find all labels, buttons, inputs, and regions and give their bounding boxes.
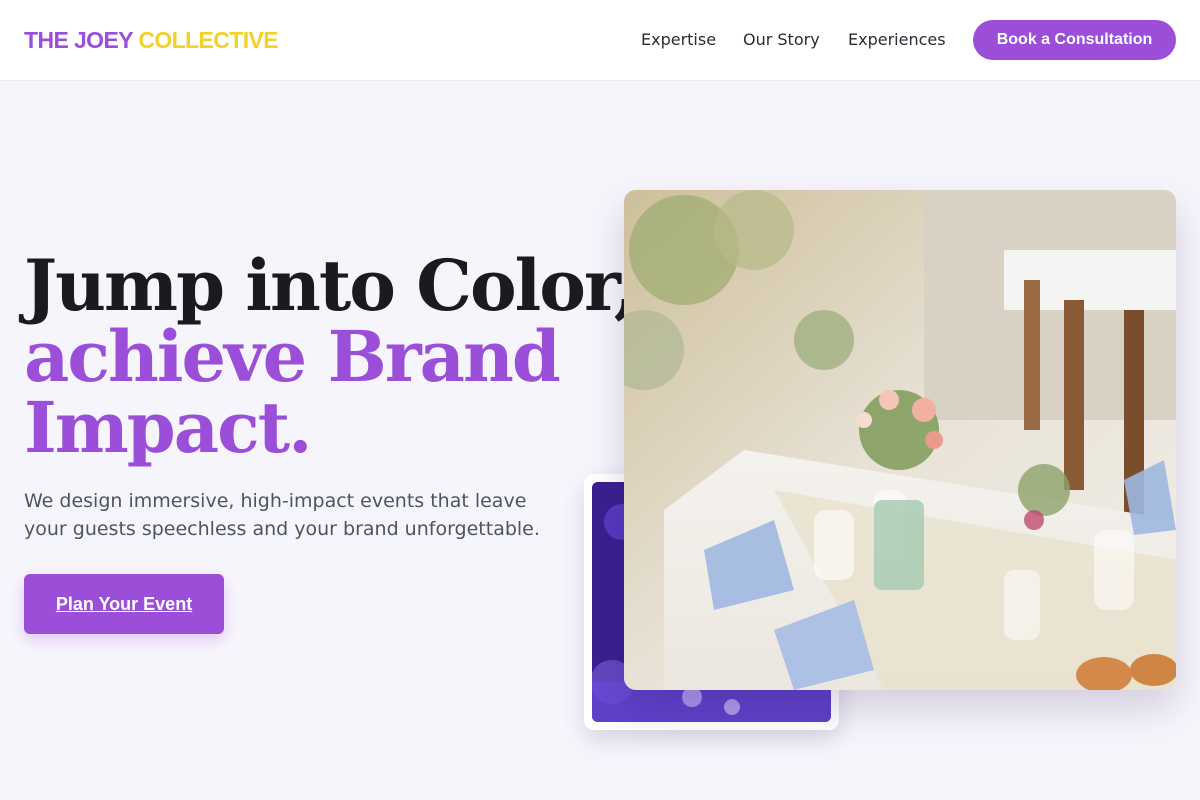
nav-link-expertise[interactable]: Expertise <box>641 30 716 50</box>
headline-line-3: Impact. <box>24 386 312 469</box>
plan-your-event-button[interactable]: Plan Your Event <box>24 574 224 634</box>
headline-line-1: Jump into Color, <box>24 244 638 327</box>
site-header: THE JOEY COLLECTIVE Expertise Our Story … <box>0 0 1200 81</box>
wedding-table-photo <box>624 190 1176 690</box>
nav-link-experiences[interactable]: Experiences <box>848 30 946 50</box>
hero-headline: Jump into Color, achieve Brand Impact. <box>24 244 638 469</box>
book-consultation-button[interactable]: Book a Consultation <box>973 20 1176 60</box>
nav-link-our-story[interactable]: Our Story <box>743 30 820 50</box>
wedding-table-illustration <box>624 190 1176 690</box>
hero-subtext: We design immersive, high-impact events … <box>24 490 540 540</box>
headline-line-2: achieve Brand <box>24 315 561 398</box>
